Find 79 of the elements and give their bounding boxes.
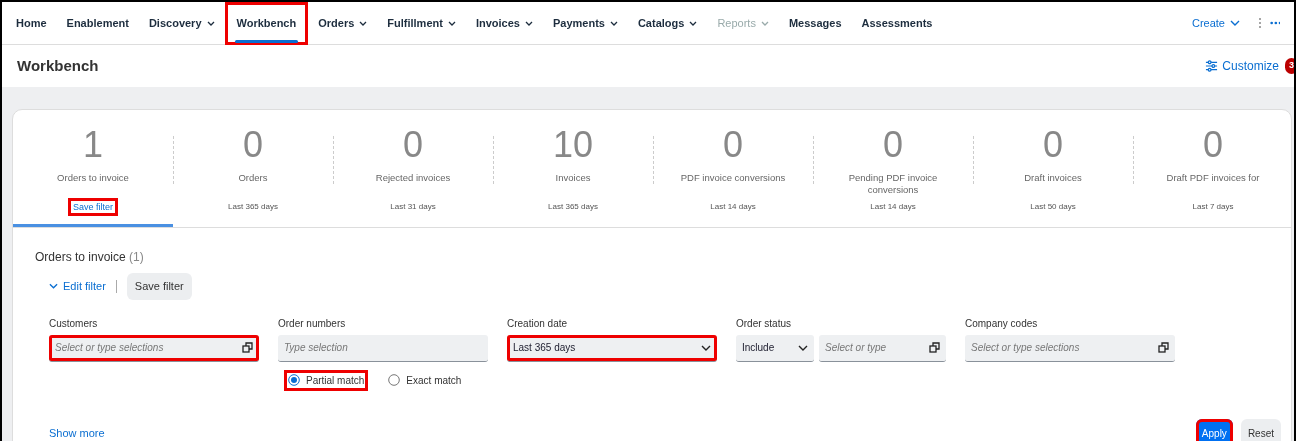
notification-badge: 3 [1285, 58, 1294, 74]
kpi-tile[interactable]: 1 Orders to invoice Save filter [13, 110, 173, 227]
kpi-count: 0 [883, 126, 903, 164]
overflow-icon[interactable] [1270, 21, 1280, 25]
nav-tab[interactable]: Messages [778, 2, 852, 45]
value-help-field[interactable]: Select or type selections [49, 334, 259, 362]
kpi-count: 1 [83, 126, 103, 164]
kpi-tile[interactable]: 10 Invoices Last 365 days [493, 110, 653, 227]
customize-button[interactable]: Customize [1205, 57, 1279, 75]
period-text: Last 14 days [869, 201, 917, 213]
radio-option[interactable]: Partial match [284, 369, 369, 391]
nav-tab[interactable]: Catalogs [627, 2, 708, 45]
field-label: Company codes [965, 316, 1039, 331]
kpi-label: Draft invoices [1024, 172, 1082, 185]
kpi-count: 0 [243, 126, 263, 164]
radio-icon [288, 374, 300, 386]
nav-tab[interactable]: Home [16, 2, 57, 45]
kpi-tile[interactable]: 0 Draft PDF invoices for Last 7 days [1133, 110, 1291, 227]
kpi-count: 10 [552, 126, 593, 164]
edit-filter-link[interactable]: Edit filter [49, 278, 106, 295]
show-more-link[interactable]: Show more [49, 425, 105, 441]
kpi-tile[interactable]: 0 PDF invoice conversions Last 14 days [653, 110, 813, 227]
nav-tab[interactable]: Fulfillment [377, 2, 466, 45]
nav-tab[interactable]: Invoices [465, 2, 543, 45]
settings-sliders-icon [1205, 60, 1219, 72]
value-help-field[interactable]: Select or type selections [965, 334, 1175, 362]
kpi-count: 0 [403, 126, 423, 164]
create-menu-button[interactable]: Create [1181, 2, 1250, 45]
caret-icon [1230, 20, 1240, 26]
nav-tab[interactable]: Enablement [56, 2, 139, 45]
nav-tab[interactable]: Workbench [224, 2, 309, 45]
kpi-count: 0 [1203, 126, 1223, 164]
period-text: Last 31 days [389, 201, 437, 213]
kpi-label: PDF invoice conversions [680, 172, 786, 185]
radio-icon [388, 374, 401, 386]
nav-tab[interactable]: Assessments [851, 2, 943, 45]
nav-tab[interactable]: Orders [308, 2, 378, 45]
filter-title: Orders to invoice [35, 250, 126, 264]
dropdown-field[interactable]: Include [736, 334, 814, 362]
kpi-label: Rejected invoices [375, 172, 451, 185]
period-text: Last 7 days [1191, 201, 1235, 213]
period-text: Last 365 days [227, 201, 279, 213]
dropdown-field[interactable]: Last 365 days [507, 334, 717, 362]
save-filter-button[interactable]: Save filter [126, 273, 192, 300]
kpi-label: Invoices [555, 172, 591, 185]
kpi-label: Draft PDF invoices for [1166, 172, 1260, 185]
kpi-tile[interactable]: 0 Orders Last 365 days [173, 110, 333, 227]
vertical-dots-icon [1258, 17, 1262, 29]
page-title: Workbench [17, 57, 99, 75]
kpi-tile[interactable]: 0 Draft invoices Last 50 days [973, 110, 1133, 227]
kpi-label: Pending PDF invoice conversions [847, 172, 939, 197]
kpi-tile[interactable]: 0 Rejected invoices Last 31 days [333, 110, 493, 227]
apply-button[interactable]: Apply [1195, 418, 1233, 441]
kpi-count: 0 [723, 126, 743, 164]
nav-tab[interactable]: Discovery [138, 2, 225, 45]
dropdown-icon [798, 344, 808, 351]
value-help-icon [242, 342, 253, 353]
kpi-count: 0 [1043, 126, 1063, 164]
save-filter-link[interactable]: Save filter [68, 198, 118, 216]
value-help-field[interactable]: Select or type [819, 334, 946, 362]
reset-button[interactable]: Reset [1240, 418, 1281, 441]
kpi-tile[interactable]: 0 Pending PDF invoice conversions Last 14 days [813, 110, 973, 227]
chevron-icon [49, 283, 58, 290]
value-help-icon [1158, 342, 1169, 353]
field-label: Order numbers [278, 316, 347, 331]
value-help-icon [929, 342, 940, 353]
field-label: Creation date [507, 316, 569, 331]
period-text: Last 50 days [1029, 201, 1077, 213]
kpi-label: Orders to invoice [57, 172, 129, 185]
period-text: Last 365 days [547, 201, 599, 213]
period-text: Last 14 days [709, 201, 757, 213]
field-label: Customers [49, 316, 99, 331]
filter-count: (1) [129, 250, 144, 264]
field-label: Order status [736, 316, 793, 331]
radio-option[interactable]: Exact match [384, 369, 466, 391]
kpi-label: Orders [238, 172, 268, 185]
dropdown-icon [701, 344, 711, 351]
nav-tab[interactable]: Payments [542, 2, 628, 45]
input-field[interactable]: Type selection [278, 334, 488, 362]
